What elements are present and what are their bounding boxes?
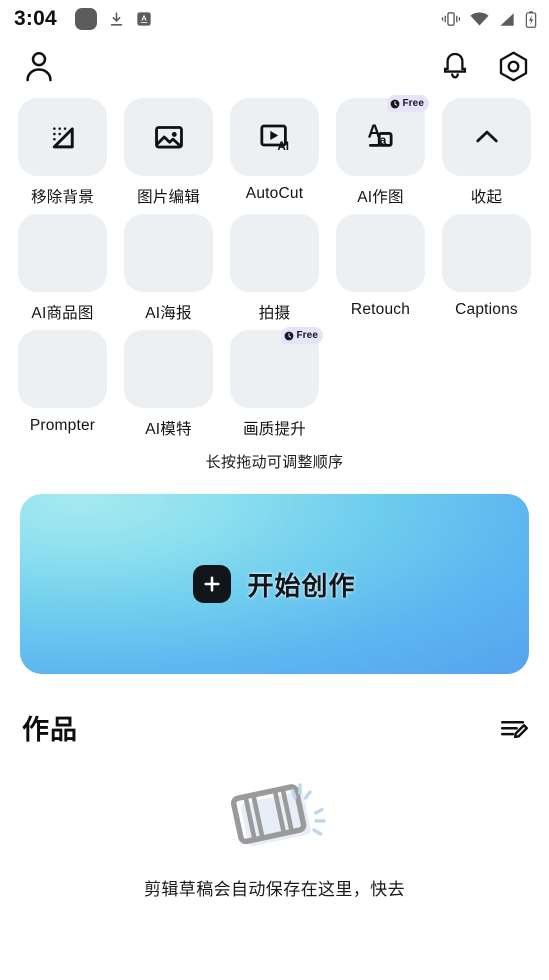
a-badge-icon: A <box>137 12 151 26</box>
start-creating-button[interactable]: 开始创作 <box>20 494 529 674</box>
tool-ai-poster[interactable]: AI海报 <box>124 214 213 323</box>
app-bar <box>0 38 549 94</box>
works-empty-text: 剪辑草稿会自动保存在这里，快去 <box>144 880 405 899</box>
remove-background-icon <box>52 127 74 149</box>
free-badge-label: Free <box>296 330 318 341</box>
download-icon <box>110 11 123 26</box>
works-manage-button[interactable] <box>497 712 529 744</box>
works-empty-state: 剪辑草稿会自动保存在这里，快去 <box>0 773 549 900</box>
app-root: 3:04 A 移除背景 图片编辑 AI AutoCut Free A a AI作… <box>0 0 549 980</box>
profile-button[interactable] <box>22 49 56 83</box>
tool-ai-drawing[interactable]: Free A a AI作图 <box>336 95 429 207</box>
tool-label: 图片编辑 <box>137 189 200 206</box>
svg-text:a: a <box>379 133 386 147</box>
tool-tile <box>124 98 213 176</box>
app-bar-actions <box>440 51 529 82</box>
tool-image-edit[interactable]: 图片编辑 <box>124 98 213 207</box>
tool-shoot[interactable]: 拍摄 <box>230 214 319 323</box>
tool-tile <box>336 214 425 292</box>
tool-prompter[interactable]: Prompter <box>18 330 107 439</box>
vibrate-icon <box>441 12 461 26</box>
tool-collapse[interactable]: 收起 <box>442 98 531 207</box>
battery-charging-icon <box>525 10 537 28</box>
signal-icon <box>500 12 514 26</box>
tool-captions[interactable]: Captions <box>442 214 531 323</box>
tool-tile <box>442 214 531 292</box>
free-badge-label: Free <box>402 98 424 109</box>
tool-label: 画质提升 <box>243 421 306 438</box>
start-creating-label: 开始创作 <box>247 570 356 601</box>
chevron-up-icon <box>475 130 498 143</box>
tool-tile <box>230 214 319 292</box>
tool-ai-product-image[interactable]: AI商品图 <box>18 214 107 323</box>
tool-label: Prompter <box>29 417 96 434</box>
tool-label: AI商品图 <box>31 305 94 322</box>
tool-tile <box>442 98 531 176</box>
status-bar: 3:04 A <box>0 0 549 38</box>
tool-ai-model[interactable]: AI模特 <box>124 330 213 439</box>
notifications-button[interactable] <box>440 51 470 81</box>
plus-glyph <box>204 576 221 592</box>
tool-tile: Free <box>230 327 323 408</box>
svg-text:AI: AI <box>277 140 289 153</box>
tool-label: AI模特 <box>145 421 192 438</box>
tool-label: Retouch <box>350 301 411 318</box>
bell-icon <box>443 52 467 79</box>
works-header: 作品 <box>0 674 549 747</box>
start-creating-inner: 开始创作 <box>193 565 355 603</box>
drag-reorder-hint: 长按拖动可调整顺序 <box>205 454 344 471</box>
tool-label: Captions <box>455 301 518 318</box>
wifi-icon <box>470 12 489 25</box>
app-square-icon <box>74 8 97 30</box>
person-icon <box>26 51 52 82</box>
edit-list-icon <box>501 720 529 738</box>
tool-label: 移除背景 <box>31 189 94 206</box>
film-strip-icon <box>230 783 326 847</box>
tool-tile: AI <box>230 98 319 176</box>
settings-button[interactable] <box>498 51 529 82</box>
plus-icon <box>193 565 232 603</box>
tool-row: 移除背景 图片编辑 AI AutoCut Free A a AI作图 收起 <box>18 95 531 207</box>
free-badge: Free <box>281 327 323 344</box>
tool-tile <box>18 330 107 408</box>
tool-row: Prompter AI模特 Free 画质提升 <box>18 327 531 439</box>
tool-tile <box>124 330 213 408</box>
clock-icon <box>285 331 294 340</box>
free-badge: Free <box>387 95 429 112</box>
tool-label: AI海报 <box>145 305 192 322</box>
tool-tile: Free A a <box>336 95 429 176</box>
tool-remove-background[interactable]: 移除背景 <box>18 98 107 207</box>
settings-hexagon-icon <box>499 51 528 81</box>
tool-label: 拍摄 <box>258 305 291 322</box>
tool-tile <box>18 214 107 292</box>
tool-autocut[interactable]: AI AutoCut <box>230 98 319 207</box>
clock-icon <box>391 99 400 108</box>
image-edit-icon <box>154 126 183 149</box>
status-bar-left-icons: A <box>74 8 152 30</box>
tool-retouch[interactable]: Retouch <box>336 214 425 323</box>
svg-text:A: A <box>141 14 147 23</box>
tool-tile <box>124 214 213 292</box>
works-title: 作品 <box>22 715 78 745</box>
status-bar-time: 3:04 <box>14 7 57 30</box>
tool-row: AI商品图 AI海报 拍摄 Retouch Captions <box>18 214 531 323</box>
tool-label: AI作图 <box>357 189 404 206</box>
tool-tile <box>18 98 107 176</box>
tool-grid: 移除背景 图片编辑 AI AutoCut Free A a AI作图 收起 AI… <box>0 94 549 472</box>
tool-label: 收起 <box>470 189 503 206</box>
status-bar-right-icons <box>441 10 537 28</box>
autocut-video-ai-icon: AI <box>259 124 289 153</box>
tool-quality-enhance[interactable]: Free 画质提升 <box>230 327 323 439</box>
ai-text-image-icon: A a <box>367 121 393 147</box>
tool-label: AutoCut <box>245 185 304 202</box>
start-creating-wrap: 开始创作 <box>0 472 549 674</box>
